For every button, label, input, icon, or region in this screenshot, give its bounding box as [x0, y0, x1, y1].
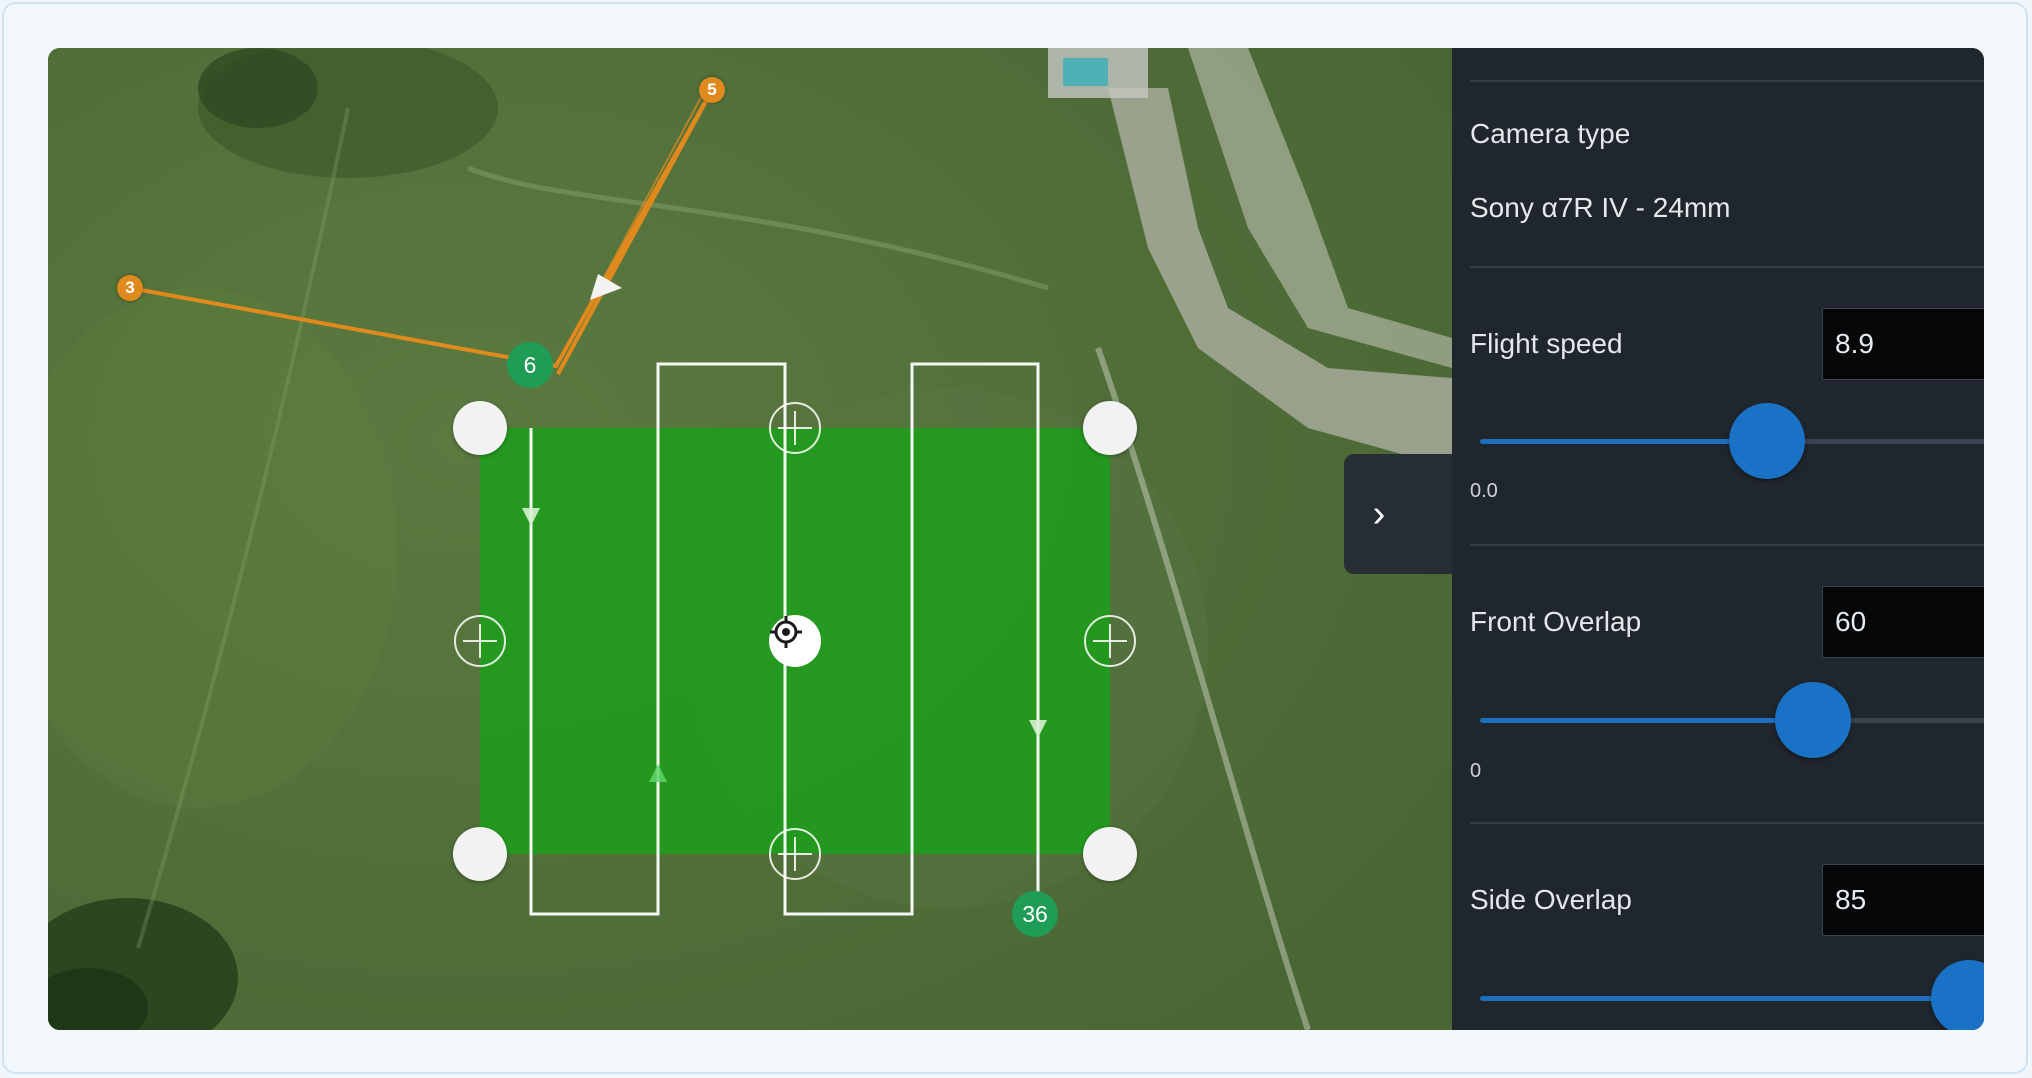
- waypoint-label: 3: [125, 278, 135, 297]
- side-overlap-slider-track[interactable]: [1480, 996, 1984, 1001]
- front-overlap-slider-thumb[interactable]: [1774, 682, 1851, 758]
- area-corner-handle[interactable]: [453, 827, 507, 881]
- front-overlap-min-label: 0: [1470, 760, 1482, 782]
- app-window: 3 5 6 36 › Camera type Sony α7R IV - 24m…: [48, 48, 1984, 1030]
- area-corner-handle[interactable]: [1083, 401, 1137, 455]
- divider: [1470, 266, 1984, 268]
- chevron-right-icon: ›: [1372, 492, 1386, 535]
- flight-speed-slider-thumb[interactable]: [1729, 403, 1806, 479]
- camera-type-label: Camera type: [1470, 118, 1631, 149]
- waypoint-label: 36: [1022, 900, 1048, 927]
- front-overlap-slider-track[interactable]: [1480, 718, 1984, 723]
- flight-speed-input[interactable]: 8.9 m: [1822, 308, 1984, 380]
- satellite-map[interactable]: 3 5 6 36: [48, 48, 1452, 1030]
- side-overlap-input[interactable]: 85: [1822, 864, 1984, 936]
- front-overlap-value: 60: [1835, 606, 1867, 637]
- side-overlap-slider-thumb[interactable]: [1930, 960, 1984, 1030]
- side-overlap-value: 85: [1835, 884, 1867, 915]
- divider: [1470, 80, 1984, 82]
- divider: [1470, 822, 1984, 824]
- add-vertex-icon[interactable]: [769, 402, 821, 454]
- crosshair-target-icon[interactable]: [769, 615, 821, 667]
- waypoint-label: 6: [523, 351, 537, 378]
- flight-speed-value: 8.9: [1835, 328, 1874, 359]
- area-corner-handle[interactable]: [1083, 827, 1137, 881]
- mission-settings-panel: Camera type Sony α7R IV - 24mm Flight sp…: [1452, 48, 1984, 1030]
- waypoint-marker[interactable]: 3: [117, 275, 143, 301]
- add-vertex-icon[interactable]: [454, 615, 506, 667]
- map-markers-layer: 3 5 6 36: [48, 48, 1452, 1030]
- flight-speed-label: Flight speed: [1470, 328, 1623, 359]
- start-waypoint-marker[interactable]: 6: [507, 342, 553, 388]
- flight-speed-min-label: 0.0: [1470, 480, 1498, 502]
- divider: [1470, 544, 1984, 546]
- area-corner-handle[interactable]: [453, 401, 507, 455]
- front-overlap-label: Front Overlap: [1470, 606, 1642, 637]
- camera-type-value[interactable]: Sony α7R IV - 24mm: [1470, 192, 1731, 224]
- end-waypoint-marker[interactable]: 36: [1012, 891, 1058, 937]
- side-overlap-label: Side Overlap: [1470, 884, 1632, 915]
- front-overlap-input[interactable]: 60: [1822, 586, 1984, 658]
- panel-toggle-button[interactable]: ›: [1344, 454, 1454, 574]
- crosshair-glyph: [770, 616, 802, 648]
- add-vertex-icon[interactable]: [1084, 615, 1136, 667]
- add-vertex-icon[interactable]: [769, 828, 821, 880]
- waypoint-label: 5: [707, 80, 717, 99]
- waypoint-marker[interactable]: 5: [699, 77, 725, 103]
